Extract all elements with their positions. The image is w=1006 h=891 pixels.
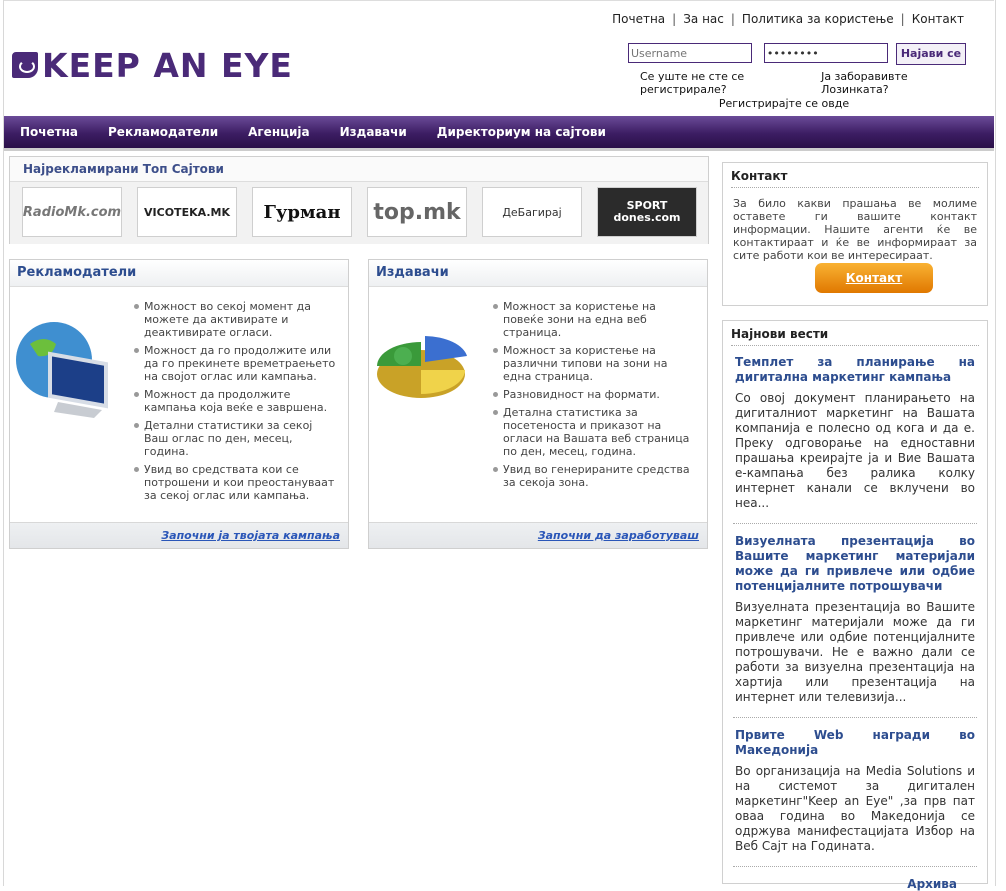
news-divider <box>733 866 977 867</box>
contact-box: Контакт За било какви прашања ве молиме … <box>722 162 988 306</box>
logo-text: KEEP AN EYE <box>42 45 293 85</box>
username-input[interactable] <box>628 43 752 63</box>
list-item: Детална статистика за посетеноста и прик… <box>491 406 697 458</box>
news-headline[interactable]: Визуелната презентација во Вашите маркет… <box>735 534 975 594</box>
contact-text: За било какви прашања ве молиме оставете… <box>733 197 977 262</box>
news-divider <box>733 717 977 718</box>
list-item: Увид во генерираните средства за секоја … <box>491 463 697 489</box>
toplink-about[interactable]: За нас <box>683 12 724 26</box>
site-logo-vicoteka[interactable]: VICOTEKA.MK <box>137 187 237 237</box>
news-body: Во организација на Media Solutions и на … <box>735 764 975 853</box>
contact-button[interactable]: Контакт <box>815 263 933 293</box>
news-headline[interactable]: Првите Web награди во Македонија <box>735 728 975 758</box>
site-logo-label: RadioMk.com <box>22 204 122 220</box>
news-title: Најнови вести <box>723 321 987 349</box>
news-body: Со овој документ планирањето на дигиталн… <box>735 391 975 510</box>
nav-directory[interactable]: Директориум на сајтови <box>437 116 606 148</box>
list-item: Можност во секој момент да можете да акт… <box>132 300 338 339</box>
top-sites-title: Најрекламирани Топ Сајтови <box>23 162 224 176</box>
toplink-policy[interactable]: Политика за користење <box>742 12 894 26</box>
advertisers-box: Рекламодатели Можност во секој момент да… <box>9 259 349 549</box>
contact-title: Контакт <box>723 163 987 191</box>
advertisers-footer: Започни ја твојата кампања <box>10 522 348 548</box>
publishers-title: Издавачи <box>369 260 707 287</box>
news-box: Најнови вести Темплет за планирање на ди… <box>722 320 988 891</box>
news-divider <box>733 523 977 524</box>
top-sites-panel: Најрекламирани Топ Сајтови RadioMk.com V… <box>9 156 709 244</box>
computer-globe-icon <box>16 322 108 418</box>
site-logo-radiomk[interactable]: RadioMk.com <box>22 187 122 237</box>
password-input[interactable] <box>763 43 888 63</box>
top-links: Почетна | За нас | Политика за користење | Кон… <box>612 12 964 26</box>
news-headline[interactable]: Темплет за планирање на дигитална маркет… <box>735 355 975 385</box>
not-registered-text: Се уште не сте се регистрирале? <box>640 70 745 96</box>
list-item: Можност да го продолжите или да го преки… <box>132 344 338 383</box>
nav-home[interactable]: Почетна <box>20 116 78 148</box>
publishers-features: Можност за користење на повеќе зони на е… <box>491 300 697 494</box>
publishers-box: Издавачи Можност за користење на повеќе … <box>368 259 708 549</box>
nav-agency[interactable]: Агенција <box>248 116 310 148</box>
archive-link[interactable]: Архива <box>723 877 957 891</box>
site-logo-label: top.mk <box>373 199 461 225</box>
list-item: Детални статистики за секој Ваш оглас по… <box>132 419 338 458</box>
toplink-home[interactable]: Почетна <box>612 12 665 26</box>
site-logo-label: Гурман <box>263 201 341 223</box>
start-earning-link[interactable]: Започни да заработуваш <box>538 529 699 542</box>
pie-chart-money-icon <box>377 336 467 398</box>
nav-advertisers[interactable]: Рекламодатели <box>108 116 218 148</box>
site-logo-label: VICOTEKA.MK <box>144 205 230 219</box>
login-button[interactable]: Најави се <box>896 43 966 65</box>
forgot-password-link[interactable]: Ја заборавивте Лозинката? <box>821 70 968 96</box>
list-item: Разновидност на формати. <box>491 388 697 401</box>
eye-logo-icon <box>12 52 38 78</box>
site-logo-sportdones[interactable]: SPORT dones.com <box>597 187 697 237</box>
site-logo-topmk[interactable]: top.mk <box>367 187 467 237</box>
site-logo-debagiraj[interactable]: ДеБагирај <box>482 187 582 237</box>
site-logo-gurman[interactable]: Гурман <box>252 187 352 237</box>
toplink-contact[interactable]: Контакт <box>912 12 964 26</box>
site-logo-label: SPORT dones.com <box>613 199 681 224</box>
login-help: Се уште не сте се регистрирале? Ја забор… <box>624 70 974 110</box>
register-text: Регистрирајте се <box>718 97 819 110</box>
site-logo-label: ДеБагирај <box>502 205 562 219</box>
list-item: Можност да продолжите кампања која веќе … <box>132 388 338 414</box>
site-logo[interactable]: KEEP AN EYE <box>12 45 293 85</box>
list-item: Увид во средствата кои се потрошени и ко… <box>132 463 338 502</box>
top-sites-strip: RadioMk.com VICOTEKA.MK Гурман top.mk Де… <box>10 181 708 244</box>
login-form: Најави се <box>628 43 966 65</box>
list-item: Можност за користење на различни типови … <box>491 344 697 383</box>
nav-publishers[interactable]: Издавачи <box>340 116 407 148</box>
register-link[interactable]: овде <box>822 97 850 110</box>
publishers-footer: Започни да заработуваш <box>369 522 707 548</box>
main-nav: Почетна Рекламодатели Агенција Издавачи Дире… <box>4 116 994 151</box>
advertisers-features: Можност во секој момент да можете да акт… <box>132 300 338 507</box>
advertisers-title: Рекламодатели <box>10 260 348 287</box>
site-header: KEEP AN EYE Почетна | За нас | Политика за к… <box>4 0 994 117</box>
start-campaign-link[interactable]: Започни ја твојата кампања <box>161 529 340 542</box>
list-item: Можност за користење на повеќе зони на е… <box>491 300 697 339</box>
news-body: Визуелната презентација во Вашите маркет… <box>735 600 975 704</box>
